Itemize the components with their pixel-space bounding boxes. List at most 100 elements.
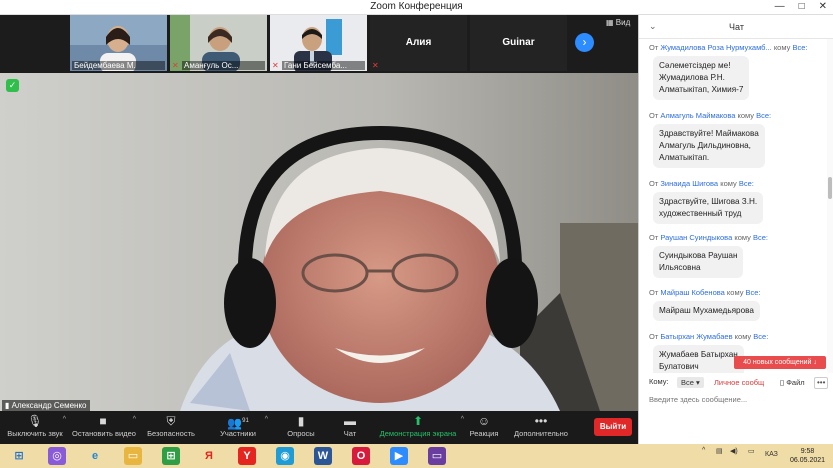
yandex-browser-icon[interactable]: Y <box>238 447 256 465</box>
word-icon[interactable]: W <box>314 447 332 465</box>
video-stage: Бейдембаева М. ✕ Аманғуль Ос... ✕ Гани Б… <box>0 15 638 411</box>
start-icon[interactable]: ⊞ <box>10 447 28 465</box>
chevron-up-icon[interactable]: ^ <box>461 416 464 423</box>
meeting-toolbar: 🎙 Выключить звук ^ ■ Остановить видео ^ … <box>0 411 638 444</box>
stop-video-button[interactable]: ■ Остановить видео ^ <box>72 413 136 438</box>
participant-name: Guinar <box>502 37 535 48</box>
media-icon[interactable]: ▭ <box>428 447 446 465</box>
reaction-button[interactable]: ☺ Реакция <box>468 413 500 438</box>
alice-icon[interactable]: ◎ <box>48 447 66 465</box>
chat-label: Чат <box>343 429 357 438</box>
chat-messages: От Жумадилова Роза Нурмухамб... кому Все… <box>639 39 826 373</box>
chat-title: Чат <box>729 22 744 32</box>
zoom-icon[interactable]: ▶ <box>390 447 408 465</box>
store-icon[interactable]: ⊞ <box>162 447 180 465</box>
chat-icon: ▬ <box>344 414 356 428</box>
network-icon[interactable]: ▤ <box>716 447 723 455</box>
zoom-window: Zoom Конференция — □ ✕ Бейдембаева М. ✕ … <box>0 0 833 468</box>
minimize-button[interactable]: — <box>775 0 785 14</box>
message-bubble: Сәлеметсіздер ме! Жумадилова Р.Н. Алматыкі… <box>653 56 750 100</box>
participants-button[interactable]: 👥91 Участники ^ <box>218 413 268 438</box>
participant-tile[interactable]: Guinar <box>470 15 567 71</box>
next-page-button[interactable]: › <box>575 33 594 52</box>
chat-button[interactable]: ▬ Чат <box>338 413 362 438</box>
yandex-icon[interactable]: Я <box>200 447 218 465</box>
message-header: От Жумадилова Роза Нурмухамб... кому Все… <box>649 43 808 52</box>
stop-video-label: Остановить видео <box>72 429 136 438</box>
message-recipient: Все: <box>756 111 772 120</box>
window-title: Zoom Конференция <box>370 1 463 12</box>
clock-date: 06.05.2021 <box>790 457 826 464</box>
share-screen-label: Демонстрация экрана <box>379 429 457 438</box>
edge-icon[interactable]: ◉ <box>276 447 294 465</box>
security-button[interactable]: ⛨ Безопасность <box>146 413 196 438</box>
message-sender[interactable]: Алмагуль Маймакова <box>660 111 735 120</box>
close-button[interactable]: ✕ <box>819 0 827 14</box>
participant-tile[interactable]: Алия ✕ <box>370 15 467 71</box>
message-header: От Батырхан Жумабаев кому Все: <box>649 332 769 341</box>
title-bar: Zoom Конференция — □ ✕ <box>0 0 833 15</box>
participant-tile[interactable]: Бейдембаева М. <box>70 15 167 71</box>
participant-tile[interactable]: ✕ Аманғуль Ос... <box>170 15 267 71</box>
message-recipient: Все: <box>745 288 761 297</box>
shield-icon: ⛨ <box>166 414 176 428</box>
keyboard-icon[interactable]: ▭ <box>748 447 755 455</box>
speaker-video-frame <box>0 73 638 411</box>
scrollbar-thumb[interactable] <box>828 177 832 199</box>
windows-taskbar: ⊞ ◎ e ▭ ⊞ Я Y ◉ W O ▶ ▭ ^ ▤ ◀) ▭ КАЗ 9:58 06.05.202… <box>0 444 833 468</box>
polls-button[interactable]: ▮ Опросы <box>286 413 316 438</box>
private-message-indicator: Личное сообщ <box>714 378 765 387</box>
message-sender[interactable]: Раушан Суиндыкова <box>660 233 732 242</box>
message-sender[interactable]: Зинаида Шигова <box>660 179 718 188</box>
share-screen-button[interactable]: ⬆ Демонстрация экрана ^ <box>378 413 464 438</box>
muted-mic-icon: ✕ <box>272 61 279 70</box>
chevron-up-icon[interactable]: ^ <box>265 416 268 423</box>
message-sender[interactable]: Жумадилова Роза Нурмухамб... <box>660 43 771 52</box>
active-speaker-video <box>0 73 638 411</box>
security-shield-icon: ✓ <box>6 79 19 92</box>
muted-mic-icon: ✕ <box>172 61 179 70</box>
chevron-up-icon[interactable]: ^ <box>133 416 136 423</box>
message-header: От Раушан Суиндыкова кому Все: <box>649 233 768 242</box>
chevron-right-icon: › <box>582 35 587 49</box>
participant-tile[interactable]: ✕ Гани Бейсемба... <box>270 15 367 71</box>
opera-icon[interactable]: O <box>352 447 370 465</box>
tray-up-arrow-icon[interactable]: ^ <box>702 447 705 454</box>
view-button[interactable]: ▦ Вид <box>606 18 630 27</box>
speaker-icon[interactable]: ◀) <box>730 447 738 455</box>
security-label: Безопасность <box>147 429 195 438</box>
share-screen-icon: ⬆ <box>412 414 424 428</box>
input-language[interactable]: КАЗ <box>765 451 778 458</box>
video-camera-icon: ■ <box>99 414 107 428</box>
participant-name: Аманғуль Ос... <box>182 61 265 70</box>
message-bubble: Здраствуйте, Шигова З.Н. художественный т… <box>653 192 764 224</box>
participant-name: Алия <box>405 37 432 48</box>
file-button[interactable]: ▯ Файл <box>780 378 805 387</box>
chat-header: ⌄ Чат <box>639 15 833 39</box>
more-label: Дополнительно <box>514 429 568 438</box>
microphone-icon: 🎙 <box>27 414 43 428</box>
chevron-up-icon[interactable]: ^ <box>63 416 66 423</box>
message-sender[interactable]: Батырхан Жумабаев <box>660 332 732 341</box>
message-bubble: Майраш Мухамедьярова <box>653 301 760 321</box>
explorer-icon[interactable]: ▭ <box>124 447 142 465</box>
message-bubble: Здравствуйте! Маймакова Алмагуль Дильдино… <box>653 124 765 168</box>
maximize-button[interactable]: □ <box>799 0 805 14</box>
participants-icon: 👥91 <box>227 416 249 430</box>
more-button[interactable]: ••• Дополнительно <box>512 413 570 438</box>
message-sender[interactable]: Майраш Кобенова <box>660 288 724 297</box>
leave-button[interactable]: Выйти <box>594 418 632 436</box>
mute-button[interactable]: 🎙 Выключить звук ^ <box>6 413 66 438</box>
chat-scrollbar[interactable] <box>827 39 833 373</box>
ie-icon[interactable]: e <box>86 447 104 465</box>
window-controls: — □ ✕ <box>775 0 827 14</box>
recipient-select[interactable]: Все ▾ <box>677 377 704 388</box>
to-label: Кому: <box>649 377 669 386</box>
system-clock[interactable]: 9:58 06.05.2021 <box>790 447 825 465</box>
mute-label: Выключить звук <box>7 429 63 438</box>
grid-icon: ▦ <box>606 18 616 27</box>
chat-more-button[interactable]: ••• <box>814 377 829 389</box>
chat-message-input[interactable] <box>649 395 824 404</box>
new-messages-button[interactable]: 40 новых сообщений ↓ <box>734 356 826 369</box>
chat-panel: ⌄ Чат От Жумадилова Роза Нурмухамб... ко… <box>638 15 833 444</box>
